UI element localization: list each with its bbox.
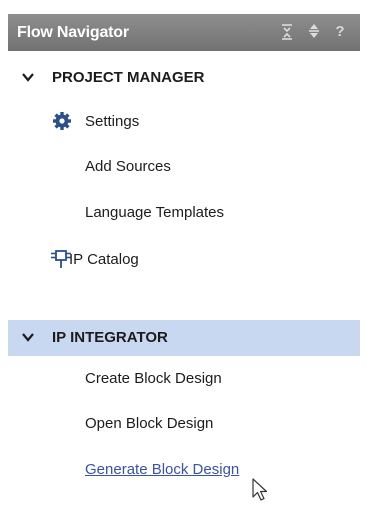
panel-title: Flow Navigator — [17, 24, 129, 41]
chevron-down-icon[interactable] — [22, 332, 34, 342]
chevron-down-icon[interactable] — [22, 72, 34, 82]
mouse-cursor-icon — [252, 478, 268, 507]
nav-item-ip-catalog[interactable]: IP Catalog — [69, 251, 139, 268]
section-project-manager[interactable]: PROJECT MANAGER — [8, 60, 360, 96]
nav-item-language-templates[interactable]: Language Templates — [85, 204, 224, 221]
section-ip-integrator[interactable]: IP INTEGRATOR — [8, 320, 360, 356]
flow-navigator-titlebar: Flow Navigator ? — [8, 14, 360, 51]
nav-item-settings[interactable]: Settings — [85, 113, 139, 130]
collapse-all-icon[interactable] — [278, 20, 296, 44]
gear-icon — [52, 111, 72, 136]
nav-item-open-block-design[interactable]: Open Block Design — [85, 415, 213, 432]
help-icon[interactable]: ? — [331, 20, 349, 44]
nav-item-generate-block-design[interactable]: Generate Block Design — [85, 461, 239, 478]
flow-navigator-panel: Flow Navigator ? PROJECT MANAGER Setting… — [0, 0, 367, 508]
section-label: PROJECT MANAGER — [52, 69, 205, 86]
nav-item-create-block-design[interactable]: Create Block Design — [85, 370, 222, 387]
expand-all-icon[interactable] — [305, 20, 323, 44]
section-label: IP INTEGRATOR — [52, 329, 168, 346]
nav-item-add-sources[interactable]: Add Sources — [85, 158, 171, 175]
